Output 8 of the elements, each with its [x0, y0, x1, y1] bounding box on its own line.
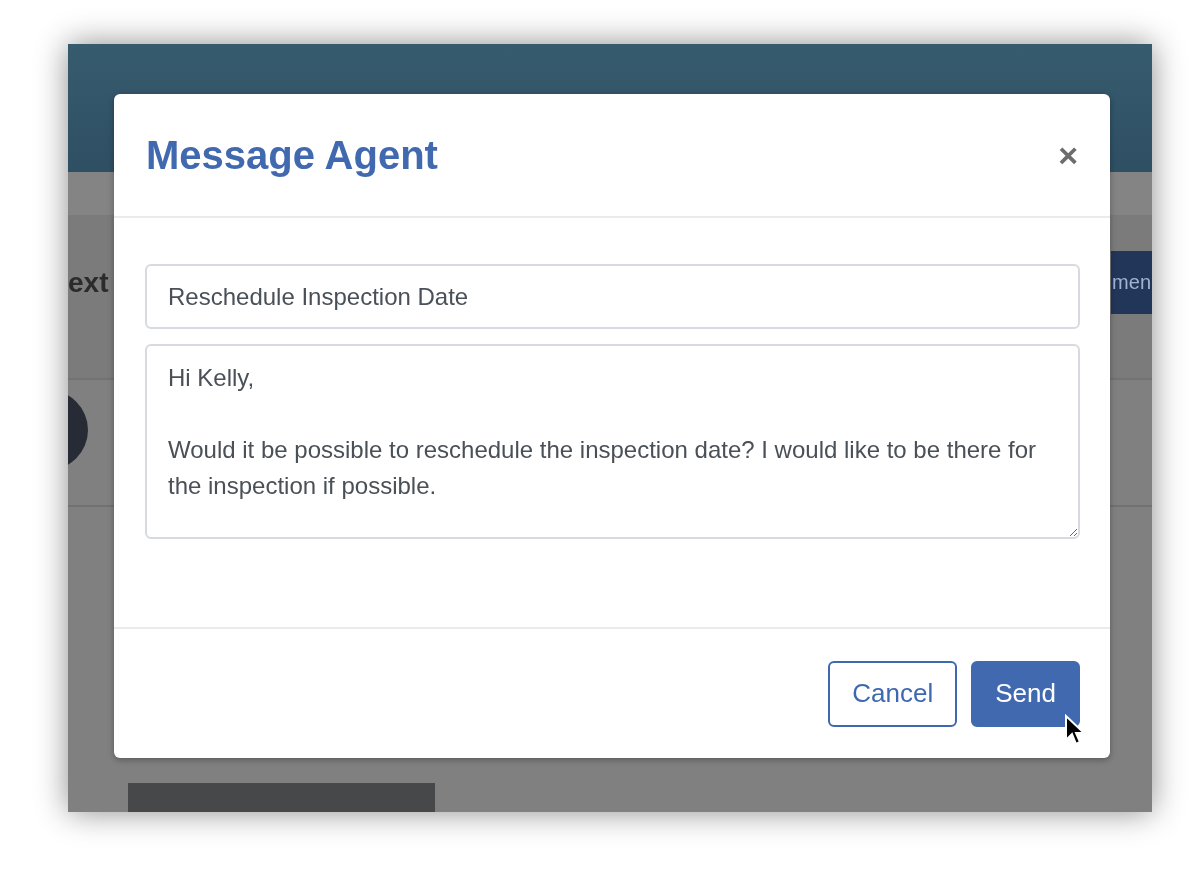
send-button[interactable]: Send: [971, 660, 1080, 727]
close-button[interactable]: ×: [1048, 138, 1088, 172]
subject-field[interactable]: Reschedule Inspection Date: [145, 264, 1080, 329]
section-heading: ext: [68, 266, 109, 299]
message-field[interactable]: Hi Kelly, Would it be possible to reschedule the inspection date? I would like to be there for the inspection if possible.: [145, 344, 1080, 539]
header-button[interactable]: men: [1111, 251, 1152, 314]
modal-title: Message Agent: [146, 132, 438, 178]
cancel-button[interactable]: Cancel: [828, 660, 958, 727]
